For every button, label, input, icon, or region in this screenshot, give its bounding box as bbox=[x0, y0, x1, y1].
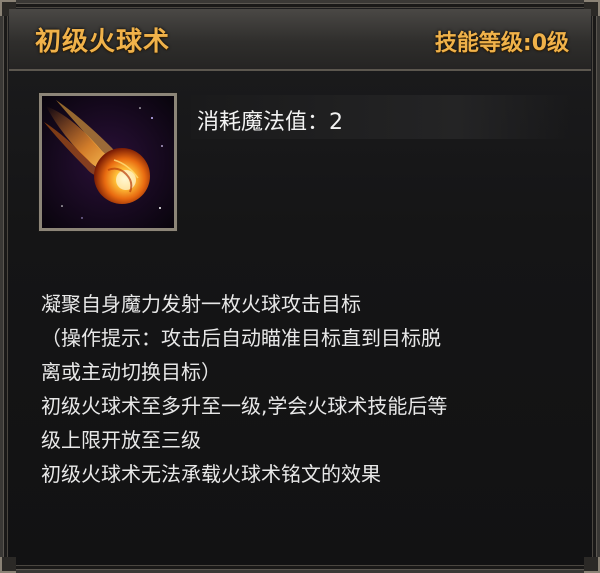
description-line: 级上限开放至三级 bbox=[41, 428, 201, 452]
description-line: 凝聚自身魔力发射一枚火球攻击目标 bbox=[41, 292, 361, 316]
skill-name: 初级火球术 bbox=[35, 27, 171, 57]
description-line: 离或主动切换目标） bbox=[41, 360, 221, 384]
skill-icon-frame bbox=[39, 93, 177, 231]
fireball-icon bbox=[42, 96, 174, 228]
frame-corner bbox=[0, 557, 16, 573]
skill-description: 凝聚自身魔力发射一枚火球攻击目标 （操作提示：攻击后自动瞄准目标直到目标脱 离或… bbox=[41, 287, 571, 491]
skill-tooltip: 初级火球术 技能等级:0级 消耗魔法值：2 凝聚自身魔力发射一枚火球攻击目标 （… bbox=[0, 0, 600, 573]
description-line: 初级火球术至多升至一级,学会火球术技能后等 bbox=[41, 394, 448, 418]
tooltip-header: 初级火球术 技能等级:0级 bbox=[9, 9, 591, 71]
frame-corner bbox=[584, 557, 600, 573]
skill-level: 技能等级:0级 bbox=[434, 31, 569, 56]
description-line: 初级火球术无法承载火球术铭文的效果 bbox=[41, 462, 381, 486]
description-line: （操作提示：攻击后自动瞄准目标直到目标脱 bbox=[41, 326, 441, 350]
mana-cost-row: 消耗魔法值：2 bbox=[191, 95, 571, 139]
mana-cost: 消耗魔法值：2 bbox=[197, 110, 343, 135]
